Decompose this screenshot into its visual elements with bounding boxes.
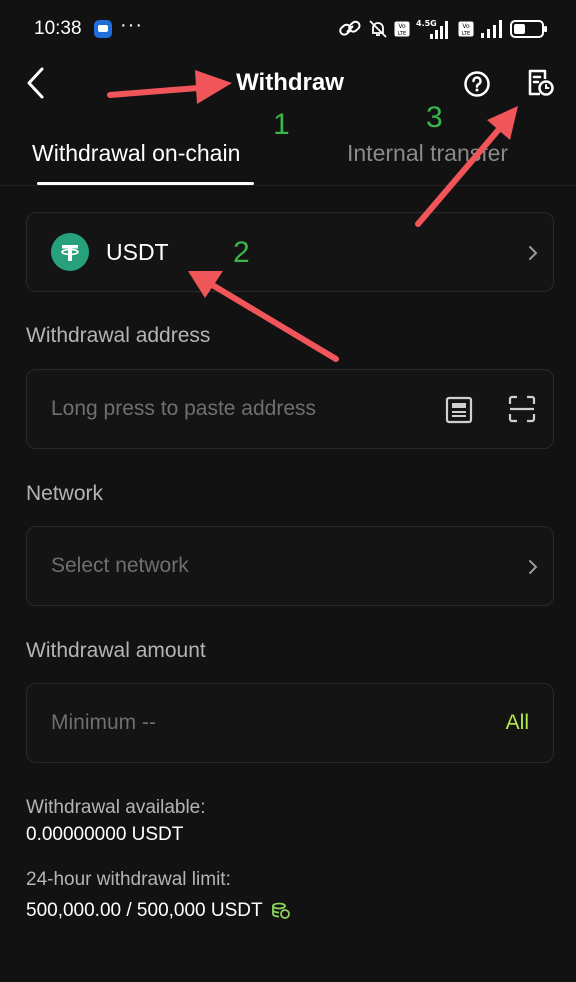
- mute-bell-icon: [368, 19, 388, 39]
- svg-text:LTE: LTE: [398, 31, 406, 37]
- coin-name: USDT: [106, 239, 169, 265]
- chevron-right-icon: [529, 560, 538, 574]
- svg-text:Vo: Vo: [462, 23, 470, 30]
- annotation-number-1: 1: [273, 108, 290, 141]
- coins-icon[interactable]: [271, 902, 291, 920]
- address-book-button[interactable]: [445, 396, 473, 424]
- tether-icon: [51, 233, 89, 271]
- status-icons: Vo LTE 4.5G Vo LTE: [338, 16, 548, 42]
- help-button[interactable]: [463, 70, 491, 98]
- network-placeholder: Select network: [51, 554, 189, 577]
- active-tab-indicator: [37, 182, 254, 185]
- svg-text:4.5G: 4.5G: [416, 19, 437, 28]
- address-placeholder: Long press to paste address: [51, 397, 317, 420]
- link-icon: [338, 19, 362, 39]
- tab-internal-transfer[interactable]: Internal transfer: [347, 140, 508, 167]
- signal-4-5g-icon: 4.5G: [416, 18, 452, 40]
- document-clock-icon: [528, 69, 554, 96]
- svg-text:Vo: Vo: [398, 23, 406, 30]
- messaging-app-icon: [94, 20, 112, 38]
- annotation-number-2: 2: [233, 236, 250, 269]
- question-circle-icon: [464, 71, 490, 97]
- limit-value: 500,000.00 / 500,000 USDT: [26, 900, 263, 921]
- volte-icon: Vo LTE: [394, 21, 410, 37]
- network-selector[interactable]: Select network: [26, 526, 554, 606]
- tab-withdrawal-on-chain[interactable]: Withdrawal on-chain: [32, 140, 240, 167]
- all-button[interactable]: All: [506, 711, 529, 735]
- withdrawal-address-input[interactable]: Long press to paste address: [26, 369, 554, 449]
- status-time: 10:38: [34, 18, 82, 39]
- withdrawal-amount-label: Withdrawal amount: [26, 639, 206, 662]
- more-notifications-icon: ···: [120, 14, 143, 36]
- battery-icon: [510, 19, 548, 39]
- limit-row: 500,000.00 / 500,000 USDT: [26, 900, 291, 922]
- amount-placeholder: Minimum --: [51, 711, 156, 734]
- annotation-number-3: 3: [426, 101, 443, 134]
- volte-icon-2: Vo LTE: [458, 21, 474, 37]
- scan-icon: [508, 395, 536, 423]
- signal-icon: [480, 19, 504, 39]
- svg-text:LTE: LTE: [462, 31, 470, 37]
- withdrawal-history-button[interactable]: [525, 68, 555, 98]
- chevron-right-icon: [529, 246, 538, 260]
- available-value: 0.00000000 USDT: [26, 824, 184, 845]
- withdrawal-address-label: Withdrawal address: [26, 324, 211, 347]
- available-label: Withdrawal available:: [26, 797, 206, 818]
- coin-selector[interactable]: USDT: [26, 212, 554, 292]
- status-bar: 10:38 ··· Vo LTE 4.5G Vo LTE: [0, 0, 576, 58]
- scan-qr-button[interactable]: [508, 395, 536, 423]
- withdrawal-amount-input[interactable]: Minimum -- All: [26, 683, 554, 763]
- top-app-bar: Withdraw: [0, 58, 576, 108]
- address-book-icon: [445, 396, 473, 424]
- limit-label: 24-hour withdrawal limit:: [26, 869, 231, 890]
- network-label: Network: [26, 482, 104, 505]
